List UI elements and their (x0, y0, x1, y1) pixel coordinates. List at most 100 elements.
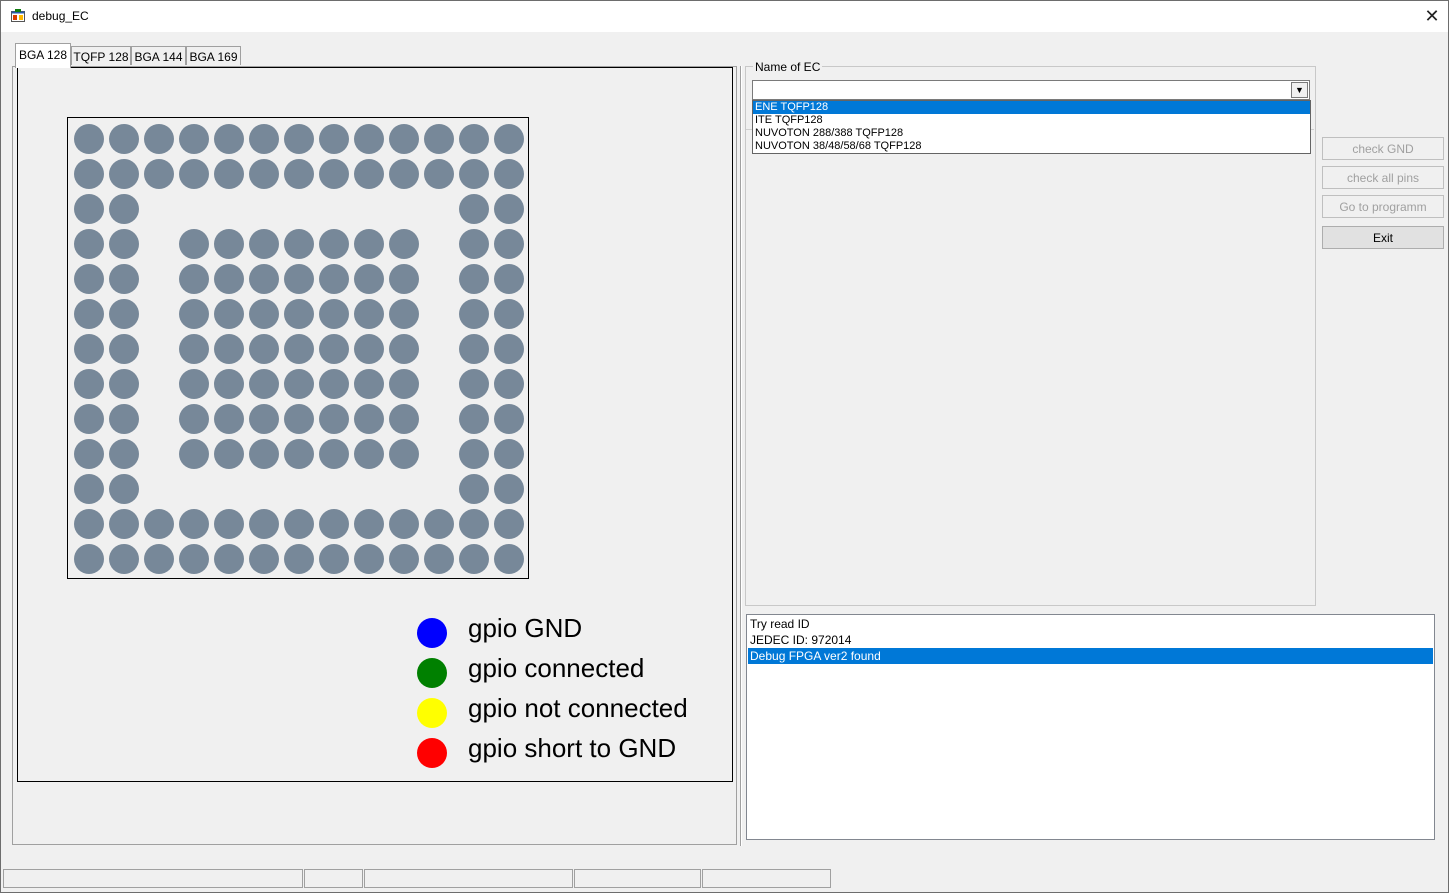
bga-pin[interactable] (109, 509, 139, 539)
bga-pin[interactable] (214, 404, 244, 434)
bga-pin[interactable] (74, 509, 104, 539)
bga-pin[interactable] (179, 159, 209, 189)
chevron-down-icon[interactable]: ▼ (1291, 82, 1308, 98)
bga-pin[interactable] (319, 334, 349, 364)
bga-pin[interactable] (249, 229, 279, 259)
bga-pin[interactable] (459, 159, 489, 189)
bga-pin[interactable] (389, 264, 419, 294)
bga-pin[interactable] (494, 509, 524, 539)
bga-pin[interactable] (459, 369, 489, 399)
tab-bga-169[interactable]: BGA 169 (186, 46, 241, 65)
bga-pin[interactable] (494, 229, 524, 259)
bga-pin[interactable] (494, 474, 524, 504)
bga-pin[interactable] (494, 159, 524, 189)
bga-pin[interactable] (179, 439, 209, 469)
bga-pin[interactable] (354, 334, 384, 364)
bga-pin[interactable] (319, 404, 349, 434)
tab-bga-128[interactable]: BGA 128 (15, 43, 71, 68)
bga-pin[interactable] (249, 264, 279, 294)
log-line[interactable]: JEDEC ID: 972014 (748, 632, 1433, 648)
bga-pin[interactable] (354, 509, 384, 539)
bga-pin[interactable] (389, 334, 419, 364)
bga-pin[interactable] (354, 124, 384, 154)
bga-pin[interactable] (214, 369, 244, 399)
bga-pin[interactable] (109, 334, 139, 364)
bga-pin[interactable] (319, 124, 349, 154)
bga-pin[interactable] (109, 194, 139, 224)
tab-bga-144[interactable]: BGA 144 (131, 46, 186, 65)
bga-pin[interactable] (389, 369, 419, 399)
close-icon[interactable]: ✕ (1415, 1, 1449, 32)
bga-pin[interactable] (354, 229, 384, 259)
tab-tqfp-128[interactable]: TQFP 128 (71, 46, 131, 65)
bga-pin[interactable] (459, 124, 489, 154)
bga-pin[interactable] (74, 194, 104, 224)
bga-pin[interactable] (214, 334, 244, 364)
bga-pin[interactable] (494, 334, 524, 364)
bga-pin[interactable] (494, 194, 524, 224)
log-line[interactable]: Debug FPGA ver2 found (748, 648, 1433, 664)
bga-pin[interactable] (249, 299, 279, 329)
bga-pin[interactable] (319, 544, 349, 574)
bga-pin[interactable] (494, 124, 524, 154)
log-line[interactable]: Try read ID (748, 616, 1433, 632)
ec-name-combobox[interactable] (752, 80, 1310, 100)
bga-pin[interactable] (74, 264, 104, 294)
check-gnd-button[interactable]: check GND (1322, 137, 1444, 160)
bga-pin[interactable] (424, 544, 454, 574)
bga-pin[interactable] (389, 544, 419, 574)
title-bar[interactable] (1, 1, 1448, 32)
bga-pin[interactable] (354, 159, 384, 189)
bga-pin[interactable] (249, 439, 279, 469)
bga-pin[interactable] (354, 369, 384, 399)
bga-pin[interactable] (319, 369, 349, 399)
bga-pin[interactable] (214, 299, 244, 329)
bga-pin[interactable] (109, 264, 139, 294)
bga-pin[interactable] (249, 544, 279, 574)
bga-pin[interactable] (459, 229, 489, 259)
bga-pin[interactable] (179, 264, 209, 294)
bga-pin[interactable] (459, 334, 489, 364)
bga-pin[interactable] (109, 369, 139, 399)
bga-pin[interactable] (424, 509, 454, 539)
bga-pin[interactable] (459, 474, 489, 504)
bga-pin[interactable] (109, 299, 139, 329)
bga-pin[interactable] (319, 264, 349, 294)
bga-pin[interactable] (459, 544, 489, 574)
bga-pin[interactable] (109, 544, 139, 574)
bga-pin[interactable] (74, 544, 104, 574)
bga-pin[interactable] (354, 404, 384, 434)
bga-pin[interactable] (319, 439, 349, 469)
check-all-pins-button[interactable]: check all pins (1322, 166, 1444, 189)
bga-pin[interactable] (494, 404, 524, 434)
bga-pin[interactable] (74, 299, 104, 329)
bga-pin[interactable] (214, 159, 244, 189)
bga-pin[interactable] (284, 299, 314, 329)
bga-pin[interactable] (249, 334, 279, 364)
bga-pin[interactable] (249, 159, 279, 189)
bga-pin[interactable] (459, 509, 489, 539)
bga-pin[interactable] (389, 159, 419, 189)
bga-pin[interactable] (74, 159, 104, 189)
bga-pin[interactable] (389, 509, 419, 539)
bga-pin[interactable] (144, 544, 174, 574)
bga-pin[interactable] (389, 439, 419, 469)
bga-pin[interactable] (284, 159, 314, 189)
bga-pin[interactable] (74, 474, 104, 504)
bga-pin[interactable] (214, 544, 244, 574)
bga-pin[interactable] (354, 299, 384, 329)
bga-pin[interactable] (459, 299, 489, 329)
bga-pin[interactable] (494, 299, 524, 329)
bga-pin[interactable] (354, 264, 384, 294)
bga-pin[interactable] (459, 264, 489, 294)
bga-pin[interactable] (319, 159, 349, 189)
bga-pin[interactable] (459, 439, 489, 469)
exit-button[interactable]: Exit (1322, 226, 1444, 249)
bga-pin[interactable] (424, 124, 454, 154)
bga-pin[interactable] (74, 124, 104, 154)
bga-pin[interactable] (354, 439, 384, 469)
bga-pin[interactable] (109, 124, 139, 154)
bga-pin[interactable] (459, 404, 489, 434)
go-to-programm-button[interactable]: Go to programm (1322, 195, 1444, 218)
bga-pin[interactable] (179, 404, 209, 434)
